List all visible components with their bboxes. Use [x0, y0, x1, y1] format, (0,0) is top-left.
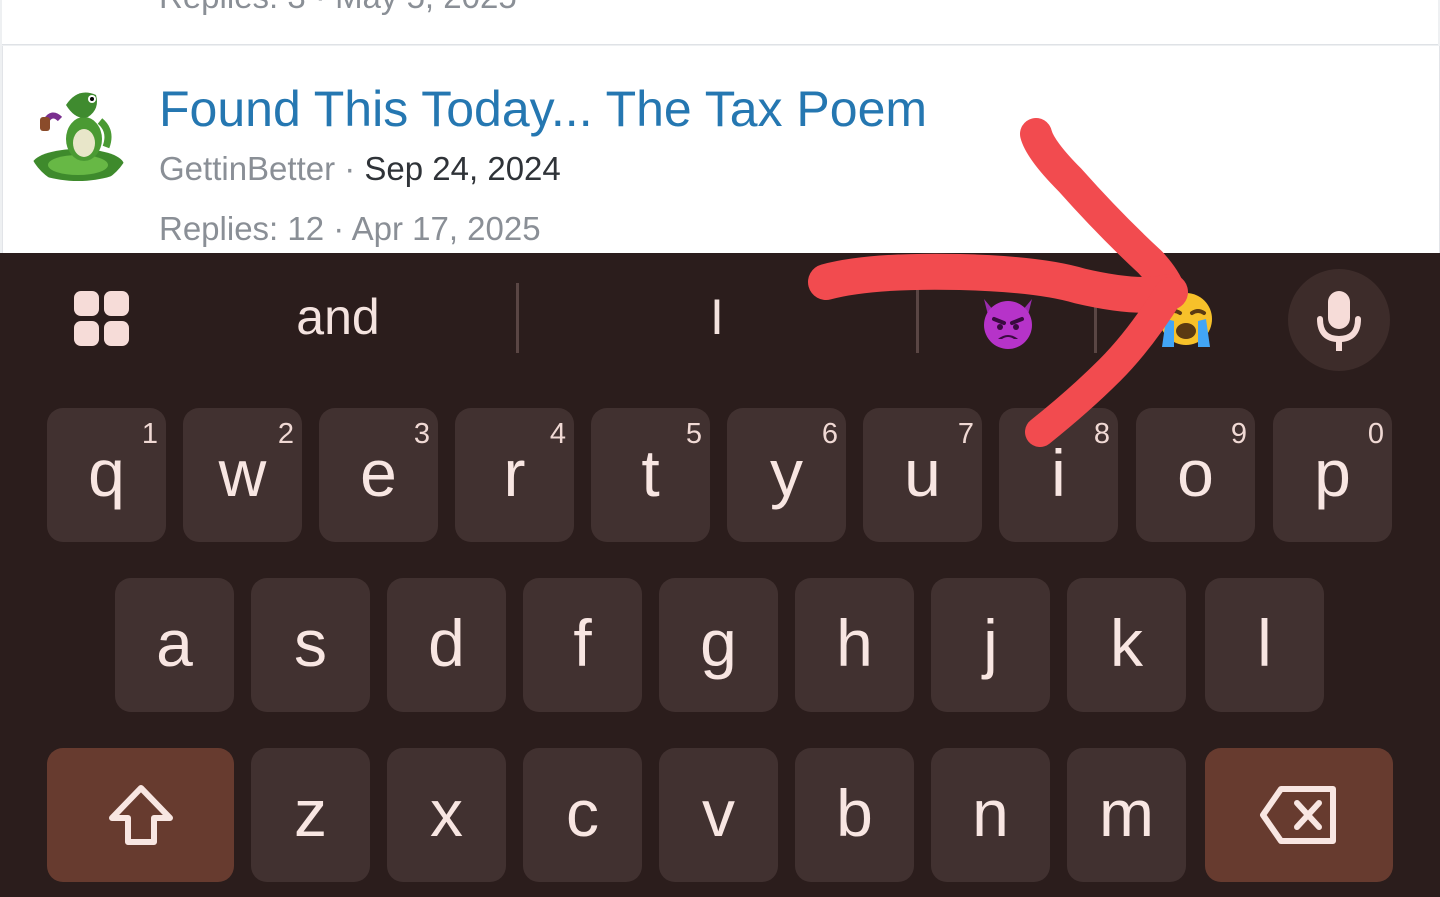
shift-key[interactable] — [47, 748, 234, 882]
key-v[interactable]: v — [659, 748, 778, 882]
key-w[interactable]: w2 — [183, 408, 302, 542]
key-o[interactable]: o9 — [1136, 408, 1255, 542]
on-screen-keyboard: and I q 1 w 2 e 3 r 4 t 5 y 6 u 7 i 8 o … — [0, 253, 1440, 897]
key-y[interactable]: y6 — [727, 408, 846, 542]
avatar[interactable] — [26, 81, 132, 187]
crying-face-icon — [1160, 293, 1212, 347]
key-b[interactable]: b — [795, 748, 914, 882]
suggestion-divider — [516, 283, 519, 353]
key-r[interactable]: r4 — [455, 408, 574, 542]
key-q[interactable]: q1 — [47, 408, 166, 542]
key-h[interactable]: h — [795, 578, 914, 712]
key-d[interactable]: d — [387, 578, 506, 712]
backspace-key[interactable] — [1205, 748, 1393, 882]
suggestion-i[interactable]: I — [617, 281, 817, 353]
suggestion-divider — [916, 283, 919, 353]
key-e[interactable]: e3 — [319, 408, 438, 542]
microphone-icon[interactable] — [1288, 269, 1390, 371]
key-k[interactable]: k — [1067, 578, 1186, 712]
thread-meta: GettinBetter · Sep 24, 2024 — [159, 150, 561, 188]
apps-grid-icon[interactable] — [62, 283, 138, 359]
key-i[interactable]: i8 — [999, 408, 1118, 542]
thread-list: Replies: 3 · May 5, 2025 Found This Toda… — [0, 0, 1440, 253]
suggestion-bar: and I — [0, 253, 1440, 383]
angry-devil-emoji[interactable] — [976, 289, 1040, 353]
crying-face-emoji[interactable] — [1154, 289, 1218, 353]
meta-separator: · — [335, 150, 365, 187]
thread-title-link[interactable]: Found This Today... The Tax Poem — [159, 80, 927, 138]
key-n[interactable]: n — [931, 748, 1050, 882]
key-m[interactable]: m — [1067, 748, 1186, 882]
key-c[interactable]: c — [523, 748, 642, 882]
thread-author-link[interactable]: GettinBetter — [159, 150, 335, 187]
key-a[interactable]: a — [115, 578, 234, 712]
shift-arrow-icon — [108, 785, 173, 845]
key-u[interactable]: u7 — [863, 408, 982, 542]
key-p[interactable]: p0 — [1273, 408, 1392, 542]
key-j[interactable]: j — [931, 578, 1050, 712]
key-x[interactable]: x — [387, 748, 506, 882]
key-f[interactable]: f — [523, 578, 642, 712]
backspace-icon — [1260, 786, 1336, 844]
key-l[interactable]: l — [1205, 578, 1324, 712]
frog-avatar-icon — [32, 92, 124, 181]
key-s[interactable]: s — [251, 578, 370, 712]
thread-start-date[interactable]: Sep 24, 2024 — [364, 150, 560, 187]
thread-card[interactable]: Found This Today... The Tax Poem GettinB… — [2, 46, 1440, 253]
suggestion-divider — [1094, 283, 1097, 353]
key-z[interactable]: z — [251, 748, 370, 882]
previous-thread-meta: Replies: 3 · May 5, 2025 — [159, 0, 517, 16]
angry-devil-icon — [984, 299, 1032, 349]
previous-thread-card[interactable]: Replies: 3 · May 5, 2025 — [2, 0, 1438, 45]
key-g[interactable]: g — [659, 578, 778, 712]
suggestion-and[interactable]: and — [238, 281, 438, 353]
thread-replies-line: Replies: 12 · Apr 17, 2025 — [159, 210, 541, 247]
key-t[interactable]: t5 — [591, 408, 710, 542]
